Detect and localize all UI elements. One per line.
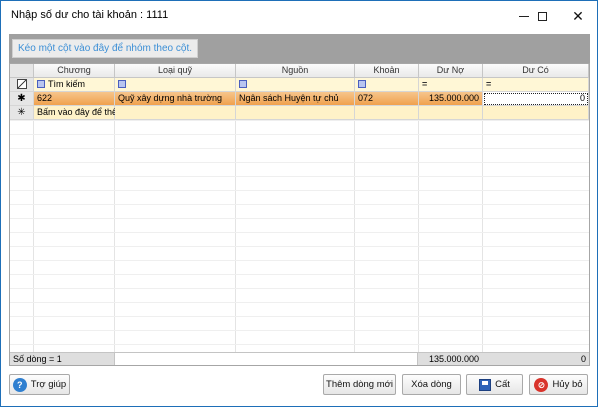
new-row-cell[interactable] xyxy=(483,106,589,120)
help-label: Trợ giúp xyxy=(30,379,67,390)
column-header-nguon[interactable]: Nguồn xyxy=(236,64,355,78)
filter-du-co[interactable]: = xyxy=(483,78,589,92)
column-header-chuong[interactable]: Chương xyxy=(34,64,115,78)
row-indicator: ✱ xyxy=(10,92,34,106)
total-du-no: 135.000.000 xyxy=(428,354,479,364)
filter-khoan[interactable] xyxy=(355,78,419,92)
footer-blank xyxy=(114,353,418,365)
cell-du-co[interactable]: 0 xyxy=(483,92,589,106)
filter-operator-icon[interactable] xyxy=(37,80,45,88)
cancel-icon: ⊘ xyxy=(534,377,549,392)
save-button[interactable]: Cất xyxy=(466,374,523,395)
column-header-du-co[interactable]: Dư Có xyxy=(483,64,589,78)
help-button[interactable]: ? Trợ giúp xyxy=(9,374,70,395)
new-row-cell[interactable] xyxy=(419,106,483,120)
filter-equals-icon[interactable]: = xyxy=(486,79,491,89)
maximize-icon xyxy=(537,11,547,21)
group-by-hint: Kéo một cột vào đây để nhóm theo cột. xyxy=(12,39,198,58)
floppy-disk-icon xyxy=(479,378,492,391)
cell-du-no[interactable]: 135.000.000 xyxy=(419,92,483,106)
filter-equals-icon[interactable]: = xyxy=(422,79,427,89)
filter-chuong[interactable]: Tìm kiếm xyxy=(34,78,115,92)
close-button[interactable]: ✕ xyxy=(560,1,596,31)
add-row-button[interactable]: Thêm dòng mới xyxy=(323,374,396,395)
column-header-du-no[interactable]: Dư Nợ xyxy=(419,64,483,78)
new-row-cell[interactable] xyxy=(355,106,419,120)
search-placeholder: Tìm kiếm xyxy=(48,79,85,89)
group-by-panel[interactable]: Kéo một cột vào đây để nhóm theo cột. xyxy=(9,34,590,63)
filter-operator-icon[interactable] xyxy=(118,80,126,88)
row-count: Số dòng = 1 xyxy=(13,354,62,364)
cell-chuong[interactable]: 622 xyxy=(34,92,115,106)
title-bar: Nhập số dư cho tài khoản : 1111 ✕ xyxy=(1,1,597,31)
maximize-button[interactable] xyxy=(524,1,560,31)
cell-khoan[interactable]: 072 xyxy=(355,92,419,106)
total-du-co: 0 xyxy=(580,354,586,364)
close-icon: ✕ xyxy=(572,7,584,24)
table-row[interactable]: ✱ 622 Quỹ xây dựng nhà trường Ngân sách … xyxy=(10,92,589,106)
filter-row: Tìm kiếm = = xyxy=(10,78,589,92)
filter-loai-quy[interactable] xyxy=(115,78,236,92)
new-row-indicator: ✳ xyxy=(10,106,34,120)
cell-nguon[interactable]: Ngân sách Huyện tự chủ xyxy=(236,92,355,106)
cancel-button[interactable]: ⊘ Hủy bỏ xyxy=(529,374,588,395)
grid-header: Chương Loại quỹ Nguồn Khoản Dư Nợ Dư Có xyxy=(10,64,589,78)
filter-operator-icon[interactable] xyxy=(239,80,247,88)
header-indicator xyxy=(10,64,34,78)
filter-row-indicator xyxy=(10,78,34,92)
new-item-row[interactable]: ✳ Bấm vào đây để thêm mới xyxy=(10,106,589,120)
filter-nguon[interactable] xyxy=(236,78,355,92)
cancel-label: Hủy bỏ xyxy=(552,379,583,390)
grid-footer: Số dòng = 1 135.000.000 0 xyxy=(10,352,589,365)
new-row-cell[interactable] xyxy=(236,106,355,120)
window-title: Nhập số dư cho tài khoản : 1111 xyxy=(11,9,169,21)
filter-clear-icon[interactable] xyxy=(16,79,27,89)
delete-row-label: Xóa dòng xyxy=(411,379,452,390)
asterisk-icon: ✳ xyxy=(17,107,26,118)
cell-loai-quy[interactable]: Quỹ xây dựng nhà trường xyxy=(115,92,236,106)
filter-operator-icon[interactable] xyxy=(358,80,366,88)
column-header-loai-quy[interactable]: Loại quỹ xyxy=(115,64,236,78)
help-icon: ? xyxy=(12,377,27,392)
edit-row-icon: ✱ xyxy=(17,93,26,104)
delete-row-button[interactable]: Xóa dòng xyxy=(402,374,461,395)
column-header-khoan[interactable]: Khoản xyxy=(355,64,419,78)
save-label: Cất xyxy=(495,379,510,390)
new-row-cell[interactable] xyxy=(115,106,236,120)
balance-grid[interactable]: Chương Loại quỹ Nguồn Khoản Dư Nợ Dư Có … xyxy=(9,63,590,366)
filter-du-no[interactable]: = xyxy=(419,78,483,92)
new-row-label[interactable]: Bấm vào đây để thêm mới xyxy=(34,106,142,120)
dialog-window: Nhập số dư cho tài khoản : 1111 ✕ Kéo mộ… xyxy=(0,0,598,407)
add-row-label: Thêm dòng mới xyxy=(326,379,393,390)
